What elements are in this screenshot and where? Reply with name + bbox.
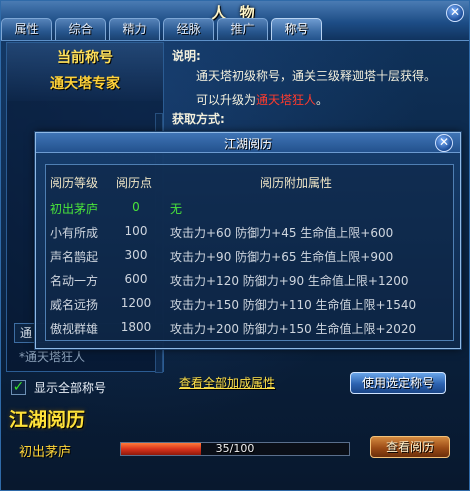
row-level: 威名远扬 xyxy=(50,298,99,312)
experience-progress-bar: 35/100 xyxy=(120,442,350,456)
row-points: 100 xyxy=(124,224,148,238)
tab-bar: 属性 综合 精力 经脉 推广 称号 xyxy=(1,18,325,40)
row-level: 傲视群雄 xyxy=(50,322,99,336)
table-row: 初出茅庐 0 无 xyxy=(46,200,453,220)
show-all-titles-checkbox[interactable]: ✓ xyxy=(11,378,26,395)
current-title-header: 当前称号 通天塔专家 xyxy=(7,43,163,101)
column-header-level: 阅历等级 xyxy=(50,176,99,190)
row-bonus: 攻击力+200 防御力+150 生命值上限+2020 xyxy=(170,322,417,336)
tab-attributes[interactable]: 属性 xyxy=(1,18,52,40)
experience-table: 阅历等级 阅历点 阅历附加属性 初出茅庐 0 无 小有所成 100 攻击力+60… xyxy=(45,164,454,341)
tab-meridians[interactable]: 经脉 xyxy=(163,18,214,40)
experience-rank: 初出茅庐 xyxy=(19,445,72,460)
popup-title: 江湖阅历 xyxy=(223,137,272,151)
popup-titlebar[interactable]: 江湖阅历 ✕ xyxy=(36,133,460,153)
view-experience-button[interactable]: 查看阅历 xyxy=(370,436,450,458)
row-points: 600 xyxy=(124,272,148,286)
experience-popup: 江湖阅历 ✕ 阅历等级 阅历点 阅历附加属性 初出茅庐 0 无 小有所成 100… xyxy=(35,132,461,349)
table-row: 小有所成 100 攻击力+60 防御力+45 生命值上限+600 xyxy=(46,224,453,244)
column-header-points: 阅历点 xyxy=(116,176,153,190)
upgrade-prefix: 可以升级为 xyxy=(196,93,257,107)
row-level: 小有所成 xyxy=(50,226,99,240)
upgrade-title-highlight: 通天塔狂人 xyxy=(256,93,317,107)
row-bonus: 攻击力+60 防御力+45 生命值上限+600 xyxy=(170,226,394,240)
upgrade-suffix: 。 xyxy=(316,93,329,107)
table-row: 傲视群雄 1800 攻击力+200 防御力+150 生命值上限+2020 xyxy=(46,320,453,340)
row-bonus: 无 xyxy=(170,202,183,216)
current-title-value: 通天塔专家 xyxy=(50,76,120,92)
checkmark-icon: ✓ xyxy=(12,378,25,395)
row-level: 名动一方 xyxy=(50,274,99,288)
row-points: 1800 xyxy=(120,320,152,334)
table-row: 名动一方 600 攻击力+120 防御力+90 生命值上限+1200 xyxy=(46,272,453,292)
description-text: 通天塔初级称号，通关三级释迦塔十层获得。 xyxy=(196,69,437,83)
close-icon[interactable]: ✕ xyxy=(435,134,453,152)
tab-promotion[interactable]: 推广 xyxy=(217,18,268,40)
row-points: 0 xyxy=(132,200,140,214)
close-icon[interactable]: ✕ xyxy=(446,4,464,22)
show-all-titles-row[interactable]: ✓ 显示全部称号 xyxy=(11,379,106,395)
tab-energy[interactable]: 精力 xyxy=(109,18,160,40)
table-row: 威名远扬 1200 攻击力+150 防御力+110 生命值上限+1540 xyxy=(46,296,453,316)
obtain-method-label: 获取方式: xyxy=(172,112,225,126)
tab-titles[interactable]: 称号 xyxy=(271,18,322,40)
title-list-item[interactable]: *通天塔狂人 xyxy=(14,348,164,366)
upgrade-text: 可以升级为通天塔狂人。 xyxy=(196,91,328,108)
row-points: 1200 xyxy=(120,296,152,310)
column-header-bonus: 阅历附加属性 xyxy=(260,176,333,190)
current-title-label: 当前称号 xyxy=(57,50,113,66)
row-bonus: 攻击力+150 防御力+110 生命值上限+1540 xyxy=(170,298,417,312)
row-bonus: 攻击力+90 防御力+65 生命值上限+900 xyxy=(170,250,394,264)
description-label: 说明: xyxy=(172,49,201,63)
use-selected-title-button[interactable]: 使用选定称号 xyxy=(350,372,446,394)
character-window: 人 物 ✕ 属性 综合 精力 经脉 推广 称号 当前称号 通天塔专家 通 *通天… xyxy=(0,0,470,491)
row-points: 300 xyxy=(124,248,148,262)
row-level: 声名鹊起 xyxy=(50,250,99,264)
row-level: 初出茅庐 xyxy=(50,202,99,216)
table-row: 声名鹊起 300 攻击力+90 防御力+65 生命值上限+900 xyxy=(46,248,453,268)
row-bonus: 攻击力+120 防御力+90 生命值上限+1200 xyxy=(170,274,409,288)
tab-overview[interactable]: 综合 xyxy=(55,18,106,40)
experience-progress-text: 35/100 xyxy=(215,442,255,455)
view-all-bonus-link[interactable]: 查看全部加成属性 xyxy=(179,374,275,391)
show-all-titles-label: 显示全部称号 xyxy=(34,380,107,395)
experience-heading: 江湖阅历 xyxy=(9,409,86,431)
